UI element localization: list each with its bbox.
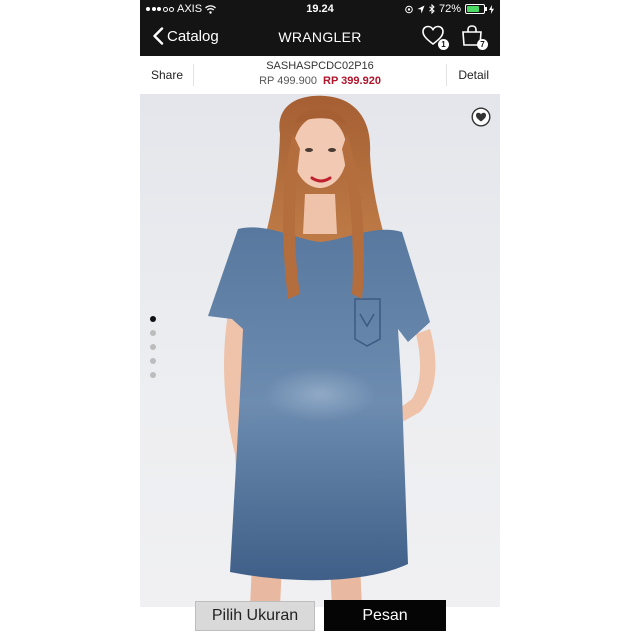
product-info-bar: Share SASHASPCDC02P16 RP 499.900 RP 399.… xyxy=(140,56,500,95)
battery-percent: 72% xyxy=(438,3,461,15)
detail-button[interactable]: Detail xyxy=(458,68,489,82)
product-image-carousel[interactable] xyxy=(140,94,500,607)
pager-dot[interactable] xyxy=(150,372,156,378)
status-right: 72% xyxy=(405,3,494,15)
favorite-heart-icon xyxy=(471,107,491,127)
sale-price: RP 399.920 xyxy=(323,75,381,87)
status-bar: AXIS 19.24 72% xyxy=(140,0,500,18)
cart-button[interactable]: 7 xyxy=(460,24,488,50)
battery-tip xyxy=(485,7,487,11)
order-button[interactable]: Pesan xyxy=(324,600,446,631)
charging-icon xyxy=(489,4,494,14)
divider xyxy=(446,64,447,86)
choose-size-button[interactable]: Pilih Ukuran xyxy=(195,601,315,631)
battery-icon xyxy=(465,4,487,14)
battery-fill xyxy=(467,6,479,12)
bluetooth-icon xyxy=(429,4,435,14)
pager-dot[interactable] xyxy=(150,344,156,350)
pager-dot[interactable] xyxy=(150,316,156,322)
wishlist-count-badge: 1 xyxy=(438,39,449,50)
wishlist-button[interactable]: 1 xyxy=(421,24,449,50)
nav-bar: Catalog WRANGLER 1 7 xyxy=(140,18,500,56)
pager-dot[interactable] xyxy=(150,330,156,336)
image-pager xyxy=(150,316,156,378)
original-price: RP 499.900 xyxy=(259,75,317,87)
location-icon xyxy=(405,5,413,13)
bottom-action-bar: Pilih Ukuran Pesan xyxy=(140,598,500,640)
pager-dot[interactable] xyxy=(150,358,156,364)
cart-count-badge: 7 xyxy=(477,39,488,50)
product-photo xyxy=(208,95,436,607)
navigation-arrow-icon xyxy=(417,5,425,13)
phone-screen: AXIS 19.24 72% Catalog WRANGLER 1 7 Shar… xyxy=(140,0,500,640)
favorite-button[interactable] xyxy=(471,107,491,127)
